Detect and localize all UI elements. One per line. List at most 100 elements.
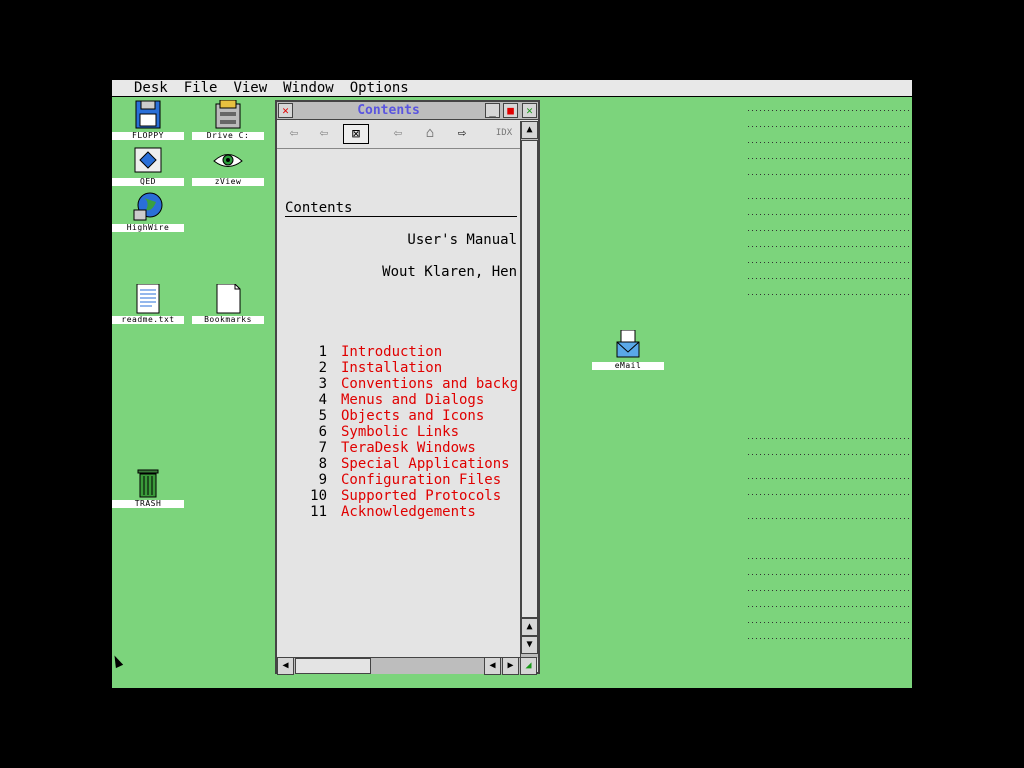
- dotted-line: [748, 606, 912, 607]
- toc-entry: 9 Configuration Files: [277, 472, 519, 488]
- text-file-icon: [136, 284, 160, 314]
- menu-options[interactable]: Options: [350, 80, 409, 96]
- backdrop-icon[interactable]: ■: [503, 103, 518, 118]
- desktop-icon-label: eMail: [592, 362, 664, 370]
- desktop-icon-email[interactable]: eMail: [592, 330, 664, 370]
- desktop-icon-label: Bookmarks: [192, 316, 264, 324]
- contents-window: ✕ Contents _ ■ ✕ ⇦ ⇦ ⊠ ⇦ ⌂ ⇨ IDX Content…: [275, 100, 540, 675]
- toc-link[interactable]: Special Applications: [341, 456, 510, 472]
- index-back-icon[interactable]: ⇦: [311, 124, 337, 144]
- fullscreen-icon[interactable]: ✕: [522, 103, 537, 118]
- dotted-line: [748, 278, 912, 279]
- toc-number: 11: [310, 504, 327, 520]
- dotted-line: [748, 214, 912, 215]
- window-title: Contents: [357, 103, 420, 118]
- authors: Wout Klaren, Hen: [382, 264, 517, 280]
- help-toolbar: ⇦ ⇦ ⊠ ⇦ ⌂ ⇨ IDX: [277, 121, 521, 149]
- toc-link[interactable]: Conventions and backgr: [341, 376, 519, 392]
- toc-link[interactable]: Menus and Dialogs: [341, 392, 484, 408]
- desktop-icon-readme[interactable]: readme.txt: [112, 284, 184, 324]
- resize-icon[interactable]: ◢: [520, 657, 537, 675]
- close-icon[interactable]: ✕: [278, 103, 293, 118]
- scroll-left-icon[interactable]: ◀: [484, 657, 501, 675]
- toc-link[interactable]: Installation: [341, 360, 442, 376]
- toc-number: 2: [318, 360, 327, 376]
- toc-entry: 7 TeraDesk Windows: [277, 440, 519, 456]
- toc-entry: 6 Symbolic Links: [277, 424, 519, 440]
- toc-entry: 11 Acknowledgements: [277, 504, 519, 520]
- dotted-line: [748, 518, 912, 519]
- desktop-icon-floppy[interactable]: FLOPPY: [112, 100, 184, 140]
- desktop-icon-label: zView: [192, 178, 264, 186]
- toc-entry: 3 Conventions and backgr: [277, 376, 519, 392]
- desktop-icon-zview[interactable]: zView: [192, 146, 264, 186]
- toc-number: 5: [318, 408, 327, 424]
- dotted-line: [748, 142, 912, 143]
- close-doc-icon[interactable]: ⊠: [343, 124, 369, 144]
- window-title-bar[interactable]: ✕ Contents _ ■ ✕: [277, 102, 538, 120]
- vertical-scroll-thumb[interactable]: [521, 140, 538, 618]
- dotted-line: [748, 230, 912, 231]
- toc-entry: 8 Special Applications: [277, 456, 519, 472]
- desktop[interactable]: Desk File View Window Options FLOPPY Dri…: [112, 80, 912, 688]
- home-icon[interactable]: ⌂: [417, 124, 443, 144]
- menu-window[interactable]: Window: [283, 80, 334, 96]
- drive-icon: [215, 100, 241, 129]
- toc-entry: 4 Menus and Dialogs: [277, 392, 519, 408]
- toc-link[interactable]: TeraDesk Windows: [341, 440, 476, 456]
- scroll-down-icon[interactable]: ▼: [521, 636, 538, 654]
- menu-desk[interactable]: Desk: [134, 80, 168, 96]
- dotted-line: [748, 494, 912, 495]
- dotted-line: [748, 638, 912, 639]
- toc-entry: 2 Installation: [277, 360, 519, 376]
- back-icon[interactable]: ⇦: [281, 124, 307, 144]
- scroll-up-icon[interactable]: ▲: [521, 121, 538, 139]
- horizontal-scroll-thumb[interactable]: [295, 658, 371, 674]
- toc-number: 3: [318, 376, 327, 392]
- desktop-icon-drive-c[interactable]: Drive C:: [192, 100, 264, 140]
- toc-link[interactable]: Configuration Files: [341, 472, 501, 488]
- dotted-line: [748, 126, 912, 127]
- vertical-scrollbar[interactable]: ▲ ▲ ▼: [520, 121, 538, 658]
- trash-icon: [137, 469, 159, 498]
- dotted-line: [748, 478, 912, 479]
- toc-link[interactable]: Acknowledgements: [341, 504, 476, 520]
- dotted-line: [748, 454, 912, 455]
- desktop-icon-label: QED: [112, 178, 184, 186]
- scroll-left-icon[interactable]: ◀: [277, 657, 294, 675]
- help-content: Contents User's Manual Wout Klaren, Hen …: [277, 150, 519, 658]
- toc-link[interactable]: Introduction: [341, 344, 442, 360]
- prev-icon[interactable]: ⇦: [385, 124, 411, 144]
- toc-link[interactable]: Supported Protocols: [341, 488, 501, 504]
- desktop-icon-label: HighWire: [112, 224, 184, 232]
- desktop-icon-trash[interactable]: TRASH: [112, 468, 184, 508]
- toc-link[interactable]: Symbolic Links: [341, 424, 459, 440]
- dotted-line: [748, 262, 912, 263]
- toc-number: 9: [318, 472, 327, 488]
- toc-entry: 10 Supported Protocols: [277, 488, 519, 504]
- menu-view[interactable]: View: [233, 80, 267, 96]
- menu-file[interactable]: File: [184, 80, 218, 96]
- dotted-line: [748, 294, 912, 295]
- desktop-icon-highwire[interactable]: HighWire: [112, 192, 184, 232]
- dotted-line: [748, 110, 912, 111]
- qed-app-icon: [134, 147, 162, 173]
- toc-number: 1: [318, 344, 327, 360]
- menu-bar: Desk File View Window Options: [112, 80, 912, 97]
- toc-link[interactable]: Objects and Icons: [341, 408, 484, 424]
- desktop-icon-qed[interactable]: QED: [112, 146, 184, 186]
- dotted-line: [748, 158, 912, 159]
- iconify-icon[interactable]: _: [485, 103, 500, 118]
- horizontal-scrollbar[interactable]: ◀ ◀ ▶: [277, 657, 520, 675]
- index-icon[interactable]: IDX: [491, 124, 517, 144]
- dotted-line: [748, 174, 912, 175]
- toc-entry: 1 Introduction: [277, 344, 519, 360]
- mail-icon: [616, 330, 640, 358]
- toc-number: 7: [318, 440, 327, 456]
- dotted-line: [748, 622, 912, 623]
- next-icon[interactable]: ⇨: [449, 124, 475, 144]
- dotted-line: [748, 590, 912, 591]
- scroll-right-icon[interactable]: ▶: [502, 657, 519, 675]
- scroll-up-icon[interactable]: ▲: [521, 618, 538, 636]
- desktop-icon-bookmarks[interactable]: Bookmarks: [192, 284, 264, 324]
